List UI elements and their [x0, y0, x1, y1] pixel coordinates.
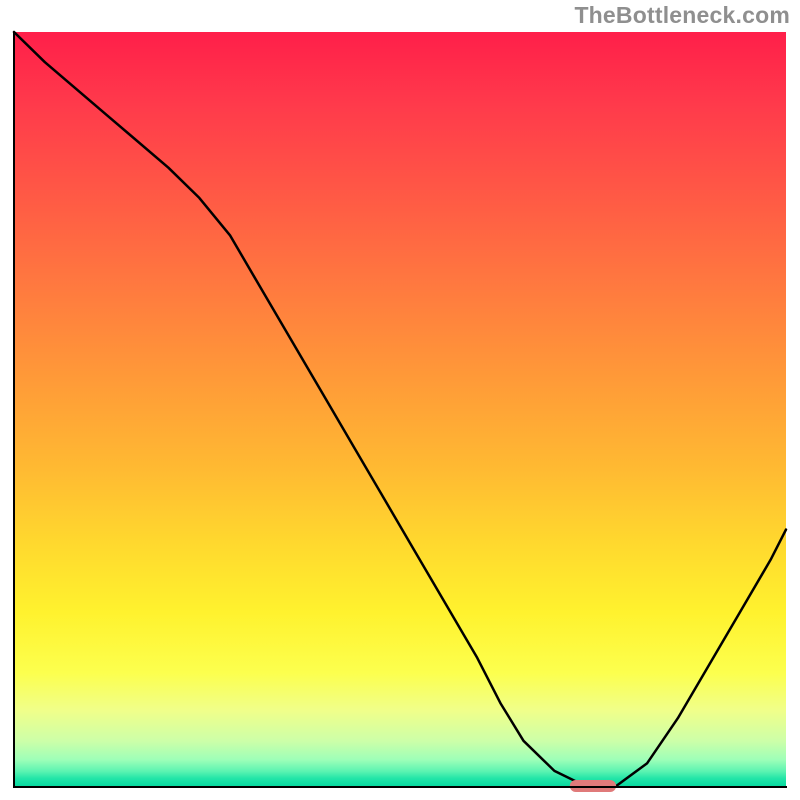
- y-axis-line: [13, 32, 15, 788]
- chart-container: TheBottleneck.com: [0, 0, 800, 800]
- watermark-text: TheBottleneck.com: [574, 2, 790, 29]
- x-axis-line: [13, 786, 787, 788]
- bottleneck-curve-line: [14, 32, 786, 786]
- chart-overlay-svg: [14, 32, 786, 786]
